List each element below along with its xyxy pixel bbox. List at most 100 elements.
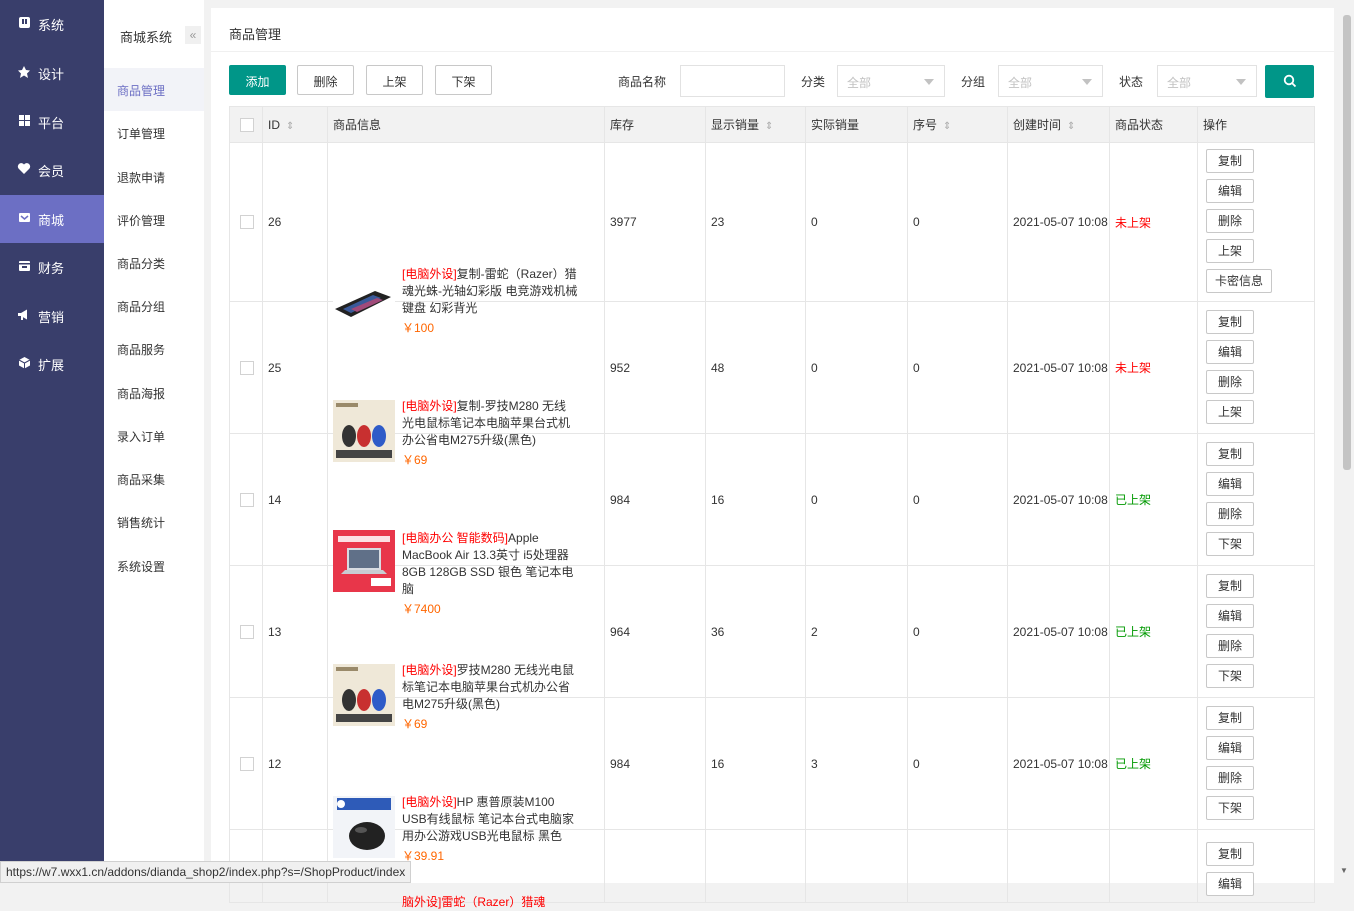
delete-row-button[interactable]: 删除 [1206, 633, 1254, 658]
menu-order-manage[interactable]: 订单管理 [104, 111, 204, 154]
row-checkbox[interactable] [240, 756, 254, 771]
nav-mall-label: 商城 [38, 213, 65, 228]
row-created: 2021-05-07 10:08 [1007, 301, 1110, 434]
status-select[interactable]: 全部 [1157, 65, 1257, 97]
row-checkbox[interactable] [240, 360, 254, 375]
menu-sales-stats[interactable]: 销售统计 [104, 500, 204, 543]
col-shown-sales[interactable]: 显示销量 ⇕ [705, 106, 806, 143]
laptop-thumbnail [333, 529, 395, 592]
nav-design[interactable]: 设计 [0, 49, 104, 97]
copy-button[interactable]: 复制 [1206, 573, 1254, 598]
card-info-button[interactable]: 卡密信息 [1206, 269, 1273, 293]
edit-button[interactable]: 编辑 [1206, 603, 1254, 628]
product-price: ￥69 [402, 452, 428, 467]
product-category[interactable]: [电脑外设] [402, 663, 457, 677]
menu-service[interactable]: 商品服务 [104, 327, 204, 370]
menu-enter-order[interactable]: 录入订单 [104, 414, 204, 457]
nav-system[interactable]: 系统 [0, 0, 104, 48]
category-select[interactable]: 全部 [837, 65, 945, 97]
col-created[interactable]: 创建时间 ⇕ [1007, 106, 1110, 143]
select-all-checkbox[interactable] [240, 117, 254, 132]
nav-extension[interactable]: 扩展 [0, 340, 104, 388]
product-category[interactable]: [电脑外设] [402, 267, 457, 281]
scroll-down-icon[interactable]: ▼ [1340, 866, 1348, 875]
scrollbar-thumb[interactable] [1343, 15, 1351, 470]
menu-poster[interactable]: 商品海报 [104, 371, 204, 414]
off-shelf-row-button[interactable]: 下架 [1206, 663, 1254, 688]
menu-product-manage[interactable]: 商品管理 [104, 68, 204, 111]
row-actual-sales: 0 [805, 301, 908, 434]
sort-icon: ⇕ [943, 121, 952, 132]
row-order: 0 [907, 697, 1008, 830]
edit-button[interactable]: 编辑 [1206, 339, 1254, 364]
breadcrumb: 商品管理 [229, 27, 282, 42]
status-url-bar: https://w7.wxx1.cn/addons/dianda_shop2/i… [0, 861, 412, 883]
col-id[interactable]: ID ⇕ [262, 106, 328, 143]
delete-row-button[interactable]: 删除 [1206, 369, 1254, 394]
group-label: 分组 [961, 75, 986, 89]
off-shelf-row-button[interactable]: 下架 [1206, 531, 1254, 556]
off-shelf-button[interactable]: 下架 [435, 65, 492, 95]
mall-icon [17, 211, 31, 225]
status-label: 状态 [1119, 75, 1144, 89]
hp-mouse-thumbnail [333, 795, 395, 858]
menu-group[interactable]: 商品分组 [104, 284, 204, 327]
product-name-input[interactable] [680, 65, 785, 97]
nav-marketing[interactable]: 营销 [0, 292, 104, 340]
search-icon [1283, 74, 1297, 88]
search-button[interactable] [1265, 65, 1314, 98]
edit-button[interactable]: 编辑 [1206, 471, 1254, 496]
row-created: 2021-05-07 10:08 [1007, 142, 1110, 302]
add-button[interactable]: 添加 [229, 65, 286, 95]
off-shelf-row-button[interactable]: 下架 [1206, 795, 1254, 820]
nav-mall[interactable]: 商城 [0, 195, 104, 243]
menu-review[interactable]: 评价管理 [104, 198, 204, 241]
copy-button[interactable]: 复制 [1206, 842, 1254, 866]
copy-button[interactable]: 复制 [1206, 705, 1254, 730]
row-checkbox[interactable] [240, 215, 254, 230]
row-stock: 984 [604, 697, 706, 830]
copy-button[interactable]: 复制 [1206, 441, 1254, 466]
delete-row-button[interactable]: 删除 [1206, 765, 1254, 790]
product-category[interactable]: [电脑办公 智能数码] [402, 531, 508, 545]
menu-collect[interactable]: 商品采集 [104, 457, 204, 500]
product-price: ￥39.91 [402, 848, 445, 863]
menu-category[interactable]: 商品分类 [104, 241, 204, 284]
row-checkbox[interactable] [240, 492, 254, 507]
edit-button[interactable]: 编辑 [1206, 735, 1254, 760]
product-category[interactable]: [电脑外设] [402, 399, 457, 413]
on-shelf-row-button[interactable]: 上架 [1206, 239, 1254, 263]
nav-member[interactable]: 会员 [0, 146, 104, 194]
status-badge: 未上架 [1115, 361, 1152, 375]
copy-button[interactable]: 复制 [1206, 149, 1254, 173]
delete-button[interactable]: 删除 [297, 65, 354, 95]
delete-row-button[interactable]: 删除 [1206, 209, 1254, 233]
row-id: 13 [262, 565, 328, 698]
on-shelf-row-button[interactable]: 上架 [1206, 399, 1254, 424]
col-order[interactable]: 序号 ⇕ [907, 106, 1008, 143]
row-order: 0 [907, 565, 1008, 698]
edit-button[interactable]: 编辑 [1206, 179, 1254, 203]
member-icon [17, 162, 31, 176]
row-stock: 3977 [604, 142, 706, 302]
edit-button[interactable]: 编辑 [1206, 872, 1254, 896]
row-created: 2021-05-07 10:08 [1007, 433, 1110, 566]
group-select[interactable]: 全部 [998, 65, 1103, 97]
delete-row-button[interactable]: 删除 [1206, 501, 1254, 526]
on-shelf-button[interactable]: 上架 [366, 65, 423, 95]
row-checkbox[interactable] [240, 624, 254, 639]
menu-refund[interactable]: 退款申请 [104, 155, 204, 198]
nav-platform[interactable]: 平台 [0, 98, 104, 146]
product-name[interactable]: 脑外设]雷蛇（Razer）猎魂 [402, 895, 545, 909]
collapse-sidebar-button[interactable]: « [185, 26, 201, 44]
product-price: ￥7400 [402, 601, 441, 616]
main-sidebar: 系统 设计 平台 会员 商城 财务 营销 扩展 [0, 0, 104, 883]
chevron-down-icon [1236, 79, 1246, 85]
menu-settings[interactable]: 系统设置 [104, 544, 204, 587]
row-actual-sales: 0 [805, 433, 908, 566]
product-category[interactable]: [电脑外设] [402, 795, 457, 809]
nav-finance[interactable]: 财务 [0, 243, 104, 291]
keyboard-thumbnail [333, 271, 395, 333]
copy-button[interactable]: 复制 [1206, 309, 1254, 334]
mouse-thumbnail [333, 399, 395, 462]
